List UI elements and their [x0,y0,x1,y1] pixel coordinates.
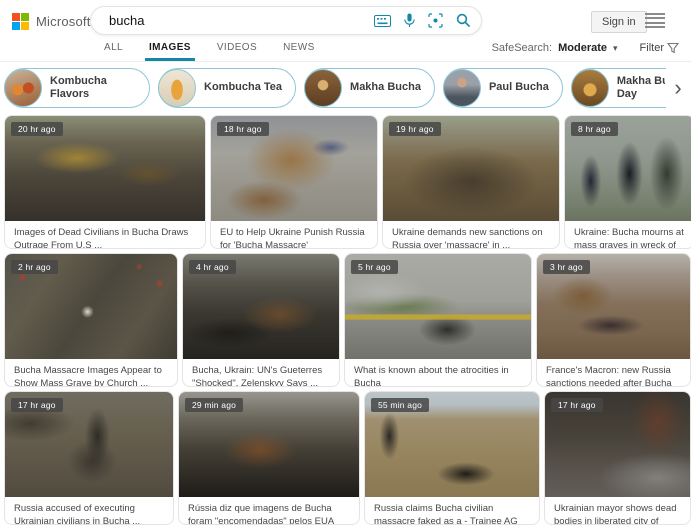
image-age-badge: 5 hr ago [351,260,398,274]
safesearch-dropdown[interactable]: Moderate [558,42,607,54]
tab-videos[interactable]: VIDEOS [217,42,257,61]
chip-makha-bucha-day[interactable]: Makha Bucha Day [571,68,666,108]
result-caption[interactable]: Russia claims Bucha civilian massacre fa… [365,497,539,525]
microphone-icon[interactable] [404,13,415,28]
result-caption[interactable]: Images of Dead Civilians in Bucha Draws … [5,221,205,249]
image-age-badge: 55 min ago [371,398,429,412]
image-result-card[interactable]: 17 hr ago Ukrainian mayor shows dead bod… [544,391,691,525]
result-thumbnail[interactable]: 5 hr ago [345,254,531,359]
result-thumbnail[interactable]: 8 hr ago [565,116,691,221]
result-thumbnail[interactable]: 17 hr ago [5,392,173,497]
image-result-card[interactable]: 18 hr ago EU to Help Ukraine Punish Russ… [210,115,378,249]
result-caption[interactable]: Rússia diz que imagens de Bucha foram "e… [179,497,359,525]
result-caption[interactable]: What is known about the atrocities in Bu… [345,359,531,387]
tab-news[interactable]: NEWS [283,42,315,61]
chip-kombucha-tea[interactable]: Kombucha Tea [158,68,296,108]
result-thumbnail[interactable]: 17 hr ago [545,392,690,497]
image-result-card[interactable]: 20 hr ago Images of Dead Civilians in Bu… [4,115,206,249]
chip-thumbnail [443,69,481,107]
microsoft-logo-icon [12,13,29,30]
image-age-badge: 18 hr ago [217,122,269,136]
result-thumbnail[interactable]: 55 min ago [365,392,539,497]
result-caption[interactable]: Bucha Massacre Images Appear to Show Mas… [5,359,177,387]
image-result-card[interactable]: 19 hr ago Ukraine demands new sanctions … [382,115,560,249]
keyboard-icon[interactable] [374,15,391,27]
image-result-card[interactable]: 8 hr ago Ukraine: Bucha mourns at mass g… [564,115,691,249]
filter-funnel-icon [667,42,679,54]
image-age-badge: 3 hr ago [543,260,590,274]
image-age-badge: 17 hr ago [11,398,63,412]
sign-in-button[interactable]: Sign in [591,11,647,33]
safesearch-label: SafeSearch: [492,42,553,54]
chip-thumbnail [571,69,609,107]
image-result-card[interactable]: 29 min ago Rússia diz que imagens de Buc… [178,391,360,525]
search-input[interactable] [107,12,366,29]
visual-search-icon[interactable] [428,13,443,28]
chip-kombucha-flavors[interactable]: Kombucha Flavors [4,68,150,108]
image-result-card[interactable]: 5 hr ago What is known about the atrocit… [344,253,532,387]
search-tabs: ALL IMAGES VIDEOS NEWS [104,42,315,61]
chip-makha-bucha[interactable]: Makha Bucha [304,68,435,108]
chevron-down-icon: ▾ [613,43,618,54]
result-caption[interactable]: France's Macron: new Russia sanctions ne… [537,359,690,387]
result-thumbnail[interactable]: 2 hr ago [5,254,177,359]
search-icon[interactable] [456,13,471,28]
chip-thumbnail [304,69,342,107]
result-caption[interactable]: Ukrainian mayor shows dead bodies in lib… [545,497,690,525]
search-box[interactable] [90,6,482,35]
chip-paul-bucha[interactable]: Paul Bucha [443,68,563,108]
hamburger-menu-icon[interactable] [645,13,665,28]
result-caption[interactable]: EU to Help Ukraine Punish Russia for 'Bu… [211,221,377,249]
result-thumbnail[interactable]: 29 min ago [179,392,359,497]
image-result-card[interactable]: 4 hr ago Bucha, Ukrain: UN's Gueterres "… [182,253,340,387]
image-age-badge: 17 hr ago [551,398,603,412]
image-age-badge: 19 hr ago [389,122,441,136]
filter-button[interactable]: Filter [640,42,679,54]
result-thumbnail[interactable]: 18 hr ago [211,116,377,221]
result-caption[interactable]: Ukraine: Bucha mourns at mass graves in … [565,221,691,249]
image-age-badge: 29 min ago [185,398,243,412]
result-thumbnail[interactable]: 20 hr ago [5,116,205,221]
result-caption[interactable]: Russia accused of executing Ukrainian ci… [5,497,173,525]
image-age-badge: 2 hr ago [11,260,58,274]
related-searches-strip: Kombucha Flavors Kombucha Tea Makha Buch… [4,66,666,110]
image-result-card[interactable]: 2 hr ago Bucha Massacre Images Appear to… [4,253,178,387]
tab-all[interactable]: ALL [104,42,123,61]
result-caption[interactable]: Bucha, Ukrain: UN's Gueterres "Shocked",… [183,359,339,387]
tab-images[interactable]: IMAGES [149,42,191,61]
result-thumbnail[interactable]: 3 hr ago [537,254,690,359]
chip-thumbnail [158,69,196,107]
result-caption[interactable]: Ukraine demands new sanctions on Russia … [383,221,559,249]
image-result-card[interactable]: 55 min ago Russia claims Bucha civilian … [364,391,540,525]
result-thumbnail[interactable]: 19 hr ago [383,116,559,221]
image-age-badge: 4 hr ago [189,260,236,274]
result-thumbnail[interactable]: 4 hr ago [183,254,339,359]
chip-thumbnail [4,69,42,107]
image-result-card[interactable]: 17 hr ago Russia accused of executing Uk… [4,391,174,525]
image-age-badge: 8 hr ago [571,122,618,136]
filter-label: Filter [640,42,664,54]
image-age-badge: 20 hr ago [11,122,63,136]
bing-image-search-page: Microsoft Bing Sign in ALL IMAGES VIDEOS… [0,0,691,527]
image-result-card[interactable]: 3 hr ago France's Macron: new Russia san… [536,253,691,387]
header-divider [0,61,691,62]
chips-next-button[interactable]: › [665,70,691,106]
